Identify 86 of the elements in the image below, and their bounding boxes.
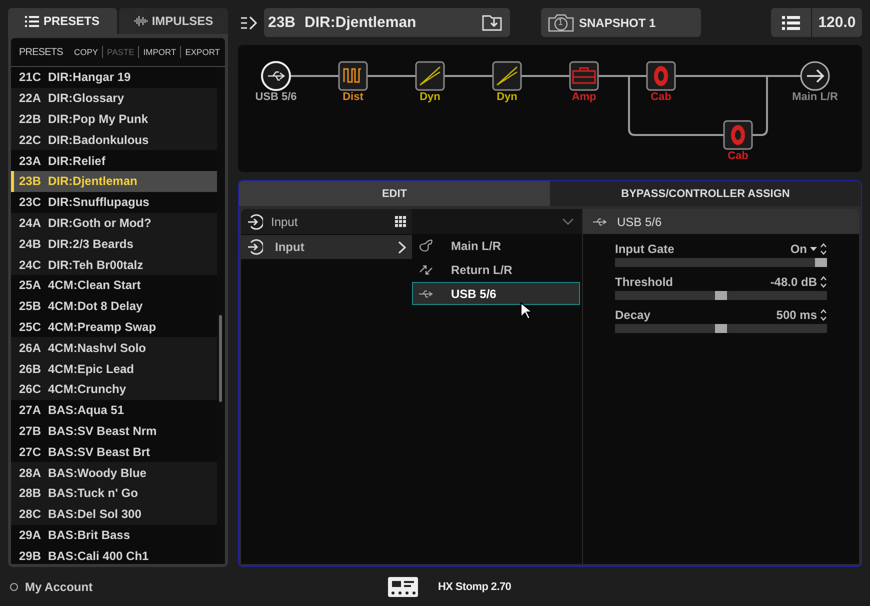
stepper-icon[interactable] <box>820 275 827 289</box>
panel-tab[interactable]: PRESETS <box>8 8 117 34</box>
save-icon[interactable] <box>482 14 502 31</box>
menu-button[interactable] <box>771 8 811 37</box>
preset-item[interactable]: 28B BAS:Tuck n' Go <box>11 482 217 504</box>
category-item[interactable]: Input <box>241 235 412 259</box>
parameter-value[interactable]: -48.0 dB <box>770 275 817 289</box>
edit-tab[interactable]: EDIT <box>239 181 550 206</box>
parameter-slider[interactable] <box>615 324 827 333</box>
preset-item[interactable]: 28A BAS:Woody Blue <box>11 462 217 483</box>
preset-item[interactable]: 24C DIR:Teh Br00talz <box>11 254 217 275</box>
toolbar-button[interactable]: EXPORT <box>184 47 221 57</box>
speaker-icon[interactable] <box>646 61 676 91</box>
input-icon <box>247 239 263 255</box>
collapse-icon[interactable] <box>240 16 258 30</box>
snapshot-button[interactable]: 1 SNAPSHOT 1 <box>541 8 701 37</box>
preset-name-field[interactable]: 23B DIR:Djentleman <box>264 8 510 37</box>
preset-item[interactable]: 24B DIR:2/3 Beards <box>11 233 217 254</box>
block-label: Amp <box>572 91 596 103</box>
parameter-slider[interactable] <box>615 291 827 300</box>
speaker-icon[interactable] <box>723 120 753 150</box>
device-icon <box>388 576 418 596</box>
usb-icon <box>419 290 433 298</box>
preset-item[interactable]: 22C DIR:Badonkulous <box>11 129 217 150</box>
list-icon <box>25 16 40 26</box>
snapshot-number: 1 <box>558 17 564 27</box>
block-label: Main L/R <box>792 91 838 103</box>
grid-icon[interactable] <box>395 216 406 227</box>
signal-line <box>598 75 647 77</box>
status-dot <box>10 582 18 590</box>
preset-item[interactable]: 22B DIR:Pop My Punk <box>11 108 217 130</box>
tempo-button[interactable]: 120.0 <box>812 8 862 37</box>
signal-line <box>290 75 339 77</box>
block-label: Cab <box>728 150 748 162</box>
parameter-value[interactable]: On <box>790 242 807 256</box>
parameter-name: Threshold <box>615 275 674 289</box>
caret-icon[interactable] <box>810 247 817 251</box>
model-item[interactable]: Main L/R <box>412 234 580 257</box>
branch-line <box>752 76 768 136</box>
arrows-icon <box>419 262 433 276</box>
waveform-icon <box>134 15 148 27</box>
block-label: USB 5/6 <box>255 91 297 103</box>
parameter-name: Decay <box>615 308 652 322</box>
preset-item[interactable]: 26C 4CM:Crunchy <box>11 378 217 400</box>
input-icon <box>247 214 263 230</box>
category-header[interactable]: Input <box>241 209 412 234</box>
block-label: Cab <box>650 91 672 103</box>
model-item[interactable]: USB 5/6 <box>412 282 580 305</box>
guitar-icon <box>419 238 433 252</box>
parameter-value[interactable]: 500 ms <box>776 308 817 322</box>
curve-icon[interactable] <box>492 61 522 91</box>
preset-item[interactable]: 26A 4CM:Nashvl Solo <box>11 337 217 358</box>
block-label: Dyn <box>496 91 518 103</box>
panel-tab[interactable]: IMPULSES <box>119 8 228 34</box>
parameter-slider[interactable] <box>615 258 827 267</box>
preset-item[interactable]: 23B DIR:Djentleman <box>11 170 217 192</box>
signal-line <box>367 75 416 77</box>
stepper-icon[interactable] <box>820 242 827 256</box>
menu-icon <box>782 16 800 30</box>
signal-line <box>521 75 570 77</box>
account-link[interactable]: My Account <box>25 580 93 594</box>
edit-tab[interactable]: BYPASS/CONTROLLER ASSIGN <box>550 181 861 206</box>
curve-icon[interactable] <box>415 61 445 91</box>
signal-line <box>444 75 493 77</box>
block-label: Dyn <box>420 91 440 103</box>
chevron-icon <box>398 240 406 254</box>
preset-item[interactable]: 26B 4CM:Epic Lead <box>11 358 217 379</box>
amp-icon[interactable] <box>569 61 599 91</box>
parameter-name: Input Gate <box>615 242 676 256</box>
preset-item[interactable]: 24A DIR:Goth or Mod? <box>11 212 217 234</box>
block-label: Dist <box>342 91 364 103</box>
device-label: HX Stomp 2.70 <box>438 580 512 592</box>
caret-icon <box>562 218 574 226</box>
stepper-icon[interactable] <box>820 308 827 322</box>
preset-item[interactable]: 28C BAS:Del Sol 300 <box>11 504 217 525</box>
list-title: PRESETS <box>19 46 63 58</box>
toolbar-button[interactable]: IMPORT <box>142 47 178 57</box>
toolbar-button[interactable]: COPY <box>72 47 100 57</box>
preset-item[interactable]: 22A DIR:Glossary <box>11 88 217 109</box>
mouse-cursor-icon <box>520 302 532 320</box>
model-item[interactable]: Return L/R <box>412 258 580 281</box>
square-wave-icon[interactable] <box>338 61 368 91</box>
camera-icon <box>547 14 575 32</box>
parameter-header: USB 5/6 <box>583 209 859 234</box>
usb-icon <box>593 218 607 226</box>
usb-icon[interactable] <box>261 61 291 91</box>
